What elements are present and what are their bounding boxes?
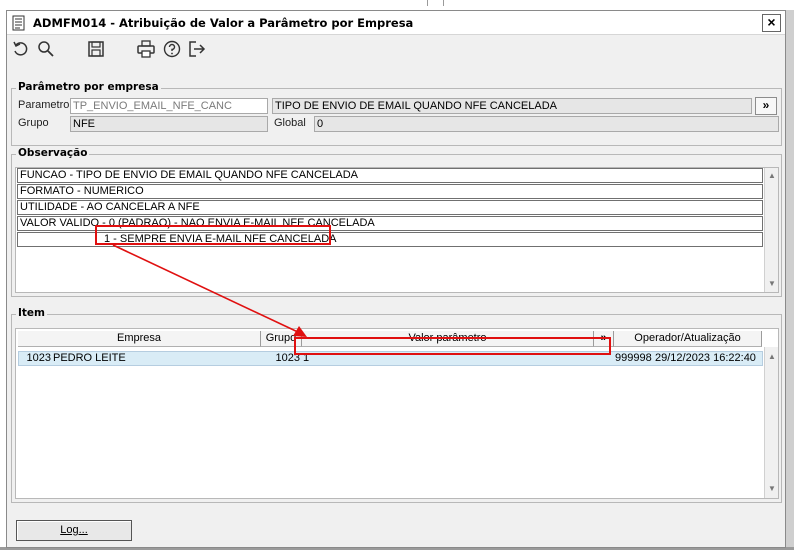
print-icon[interactable] <box>136 39 156 59</box>
grupo-field: NFE <box>70 116 268 132</box>
close-button[interactable]: × <box>762 14 781 32</box>
desktop-strip <box>0 0 794 8</box>
empresa-name-cell: PEDRO LEITE <box>53 352 126 364</box>
toolbar <box>7 36 785 62</box>
window-title: ADMFM014 - Atribuição de Valor a Parâmet… <box>33 16 414 30</box>
global-label: Global <box>274 117 306 129</box>
title-bar[interactable]: ADMFM014 - Atribuição de Valor a Parâmet… <box>7 11 785 35</box>
parametro-group-title: Parâmetro por empresa <box>16 81 161 93</box>
empresa-code-cell: 1023 <box>26 352 51 364</box>
parametro-description-field: TIPO DE ENVIO DE EMAIL QUANDO NFE CANCEL… <box>272 98 752 114</box>
observacao-group-title: Observação <box>16 147 90 159</box>
scroll-down-icon[interactable]: ▼ <box>766 278 778 290</box>
save-icon[interactable] <box>86 39 106 59</box>
atualizacao-cell: 29/12/2023 16:22:40 <box>655 352 756 364</box>
observacao-line: UTILIDADE - AO CANCELAR A NFE <box>17 200 763 215</box>
log-button[interactable]: Log... <box>16 520 132 541</box>
search-icon[interactable] <box>36 39 56 59</box>
observacao-line: FORMATO - NUMERICO <box>17 184 763 199</box>
strip-tick <box>427 0 428 6</box>
parametro-groupbox: Parâmetro por empresa Parametro TP_ENVIO… <box>11 81 782 146</box>
highlight-valor-cell <box>294 337 611 355</box>
undo-icon[interactable] <box>11 39 31 59</box>
scroll-up-icon[interactable]: ▲ <box>766 170 778 182</box>
main-window: ADMFM014 - Atribuição de Valor a Parâmet… <box>6 10 786 548</box>
help-icon[interactable] <box>162 39 182 59</box>
column-header-empresa[interactable]: Empresa <box>18 331 261 347</box>
scroll-down-icon[interactable]: ▼ <box>766 483 778 495</box>
global-field: 0 <box>314 116 779 132</box>
scroll-up-icon[interactable]: ▲ <box>766 351 778 363</box>
item-scrollbar[interactable]: ▲ ▼ <box>764 347 778 498</box>
window-shadow <box>786 10 794 550</box>
strip-tick <box>443 0 444 6</box>
grupo-label: Grupo <box>18 117 49 129</box>
highlight-observacao-option <box>95 225 331 245</box>
parametro-code-field[interactable]: TP_ENVIO_EMAIL_NFE_CANC <box>70 98 268 114</box>
observacao-scrollbar[interactable]: ▲ ▼ <box>764 168 778 292</box>
observacao-line: FUNCAO - TIPO DE ENVIO DE EMAIL QUANDO N… <box>17 168 763 183</box>
exit-icon[interactable] <box>187 39 207 59</box>
log-button-label: Log... <box>60 524 88 536</box>
column-header-operador[interactable]: Operador/Atualização <box>614 331 762 347</box>
parametro-lookup-button[interactable]: » <box>755 97 777 115</box>
operador-cell: 999998 <box>615 352 652 364</box>
parametro-label: Parametro <box>18 99 70 111</box>
document-icon <box>12 15 26 31</box>
item-group-title: Item <box>16 307 47 319</box>
